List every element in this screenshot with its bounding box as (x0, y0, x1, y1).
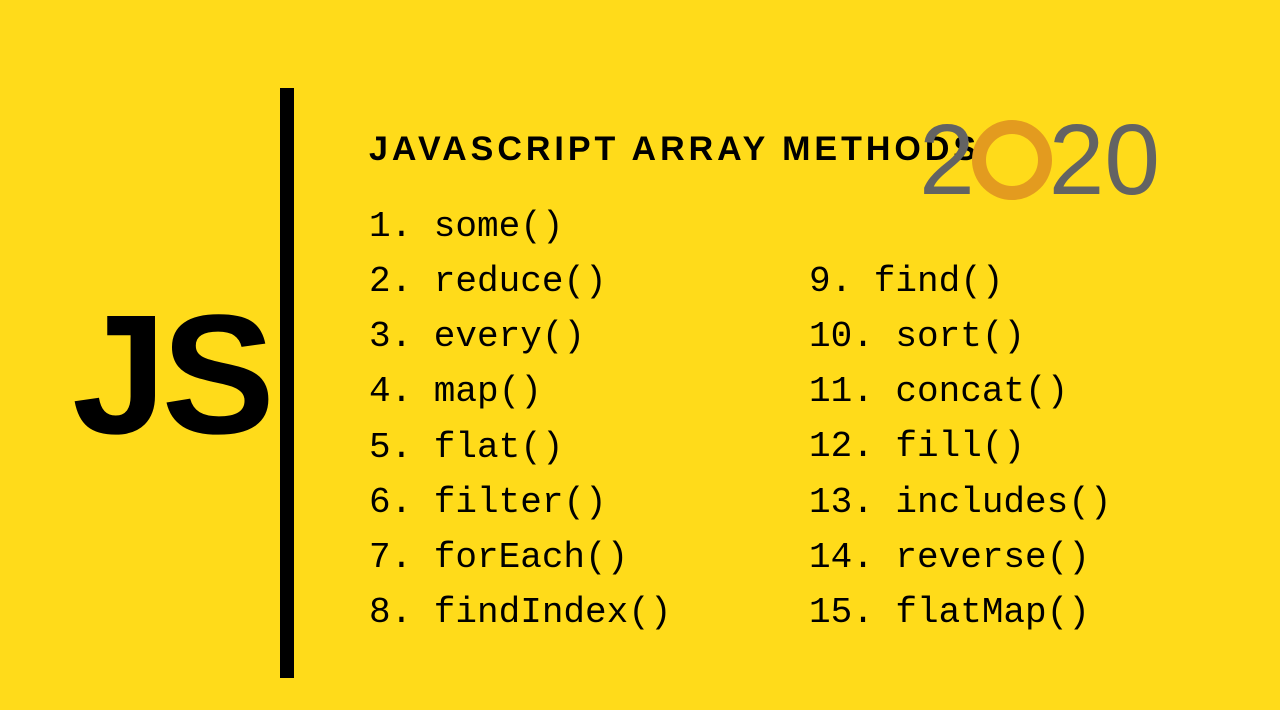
year-o-icon (972, 120, 1052, 200)
method-item: 12. fill() (809, 419, 1111, 474)
method-item: 13. includes() (809, 475, 1111, 530)
year-text: 2 2 0 (919, 110, 1160, 210)
method-item: 15. flatMap() (809, 585, 1111, 640)
vertical-divider (280, 88, 294, 678)
method-item: 9. find() (809, 254, 1111, 309)
year-digit-2: 2 (1049, 110, 1105, 210)
method-item: 10. sort() (809, 309, 1111, 364)
methods-columns: 1. some() 2. reduce() 3. every() 4. map(… (369, 199, 1280, 640)
method-item: 11. concat() (809, 364, 1111, 419)
method-item: 7. forEach() (369, 530, 809, 585)
method-item: 14. reverse() (809, 530, 1111, 585)
main-container: JS JAVASCRIPT ARRAY METHODS 1. some() 2.… (0, 0, 1280, 710)
method-item: 8. findIndex() (369, 585, 809, 640)
year-digit-3: 0 (1104, 110, 1160, 210)
method-item: 2. reduce() (369, 254, 809, 309)
methods-column-left: 1. some() 2. reduce() 3. every() 4. map(… (369, 199, 809, 640)
logo-section: JS (0, 0, 280, 710)
method-item: 4. map() (369, 364, 809, 419)
method-item: 1. some() (369, 199, 809, 254)
method-item: 5. flat() (369, 420, 809, 475)
method-item: 3. every() (369, 309, 809, 364)
year-digit-1: 2 (919, 110, 975, 210)
methods-column-right: 9. find() 10. sort() 11. concat() 12. fi… (809, 199, 1111, 640)
method-item: 6. filter() (369, 475, 809, 530)
year-badge: 2 2 0 (919, 110, 1160, 210)
js-logo: JS (72, 277, 270, 473)
